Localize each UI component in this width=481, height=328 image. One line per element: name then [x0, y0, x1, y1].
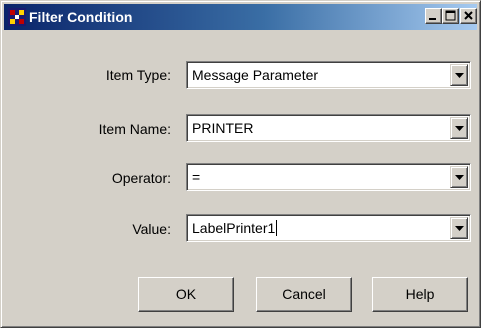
- help-button[interactable]: Help: [372, 277, 468, 312]
- value-combo[interactable]: LabelPrinter1: [186, 214, 471, 242]
- item-name-select[interactable]: PRINTER: [186, 114, 471, 142]
- close-icon: [464, 11, 473, 20]
- chevron-down-icon: [455, 226, 464, 231]
- filter-condition-dialog: Filter Condition Item Type: Message Para…: [0, 0, 481, 328]
- item-type-select[interactable]: Message Parameter: [186, 61, 471, 89]
- chevron-down-icon: [455, 126, 464, 131]
- operator-value: =: [192, 169, 201, 185]
- title-bar[interactable]: Filter Condition: [4, 4, 477, 30]
- value-dropdown-button[interactable]: [450, 217, 468, 239]
- cancel-button[interactable]: Cancel: [256, 277, 352, 312]
- item-name-dropdown-button[interactable]: [450, 117, 468, 139]
- chevron-down-icon: [455, 175, 464, 180]
- item-type-value: Message Parameter: [192, 67, 319, 83]
- value-input[interactable]: LabelPrinter1: [192, 220, 278, 236]
- value-label: Value:: [132, 221, 171, 237]
- window-title: Filter Condition: [29, 9, 133, 25]
- minimize-button[interactable]: [425, 8, 442, 24]
- item-type-dropdown-button[interactable]: [450, 64, 468, 86]
- filter-app-icon: [8, 8, 26, 26]
- chevron-down-icon: [455, 73, 464, 78]
- maximize-button[interactable]: [442, 8, 459, 24]
- text-caret: [276, 220, 278, 236]
- ok-button[interactable]: OK: [138, 277, 234, 312]
- value-text: LabelPrinter1: [192, 220, 276, 236]
- item-type-label: Item Type:: [105, 67, 171, 83]
- operator-select[interactable]: =: [186, 163, 471, 191]
- operator-dropdown-button[interactable]: [450, 166, 468, 188]
- item-name-label: Item Name:: [98, 121, 171, 137]
- item-name-value: PRINTER: [192, 120, 254, 136]
- operator-label: Operator:: [111, 170, 171, 186]
- minimize-icon: [429, 18, 436, 20]
- close-button[interactable]: [460, 8, 477, 24]
- maximize-icon: [445, 10, 456, 21]
